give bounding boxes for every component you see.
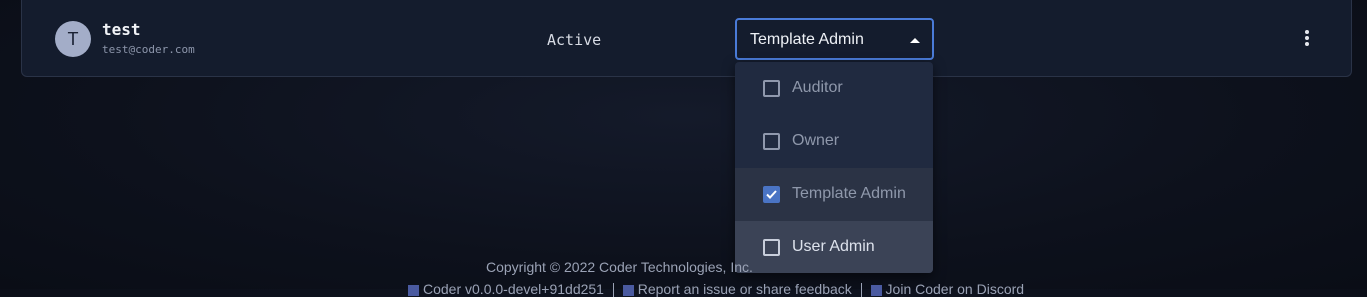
role-option-user-admin[interactable]: User Admin [735, 221, 933, 273]
checkbox-checked-icon[interactable] [763, 186, 780, 203]
version-link[interactable]: Coder v0.0.0-devel+91dd251 [423, 281, 604, 297]
checkbox-icon[interactable] [763, 239, 780, 256]
user-name: test [102, 20, 141, 39]
role-select[interactable]: Template Admin [735, 18, 934, 60]
role-option-template-admin[interactable]: Template Admin [735, 168, 933, 221]
footer-copyright: Copyright © 2022 Coder Technologies, Inc… [486, 259, 753, 275]
checkbox-icon[interactable] [763, 133, 780, 150]
role-option-auditor[interactable]: Auditor [735, 62, 933, 115]
divider [860, 283, 862, 297]
avatar: T [55, 21, 91, 57]
role-option-label: Owner [792, 132, 840, 149]
role-option-label: Template Admin [792, 185, 906, 202]
checkbox-icon[interactable] [763, 80, 780, 97]
arrow-drop-up-icon [910, 38, 920, 43]
role-option-label: User Admin [792, 238, 875, 255]
role-option-label: Auditor [792, 79, 843, 96]
role-select-value: Template Admin [750, 31, 864, 48]
github-icon [622, 284, 634, 296]
report-issue-link[interactable]: Report an issue or share feedback [638, 281, 852, 297]
user-email: test@coder.com [102, 43, 195, 56]
discord-link[interactable]: Join Coder on Discord [886, 281, 1025, 297]
role-dropdown-menu: Auditor Owner Template Admin User Admin [735, 62, 933, 273]
role-option-owner[interactable]: Owner [735, 115, 933, 168]
divider [612, 283, 614, 297]
github-icon [408, 284, 419, 296]
status-text: Active [547, 31, 602, 49]
more-vert-icon[interactable] [1298, 28, 1316, 50]
discord-icon [870, 284, 882, 296]
table-row: T test test@coder.com Active Template Ad… [21, 0, 1352, 77]
footer-links: Coder v0.0.0-devel+91dd251 Report an iss… [408, 281, 1024, 297]
